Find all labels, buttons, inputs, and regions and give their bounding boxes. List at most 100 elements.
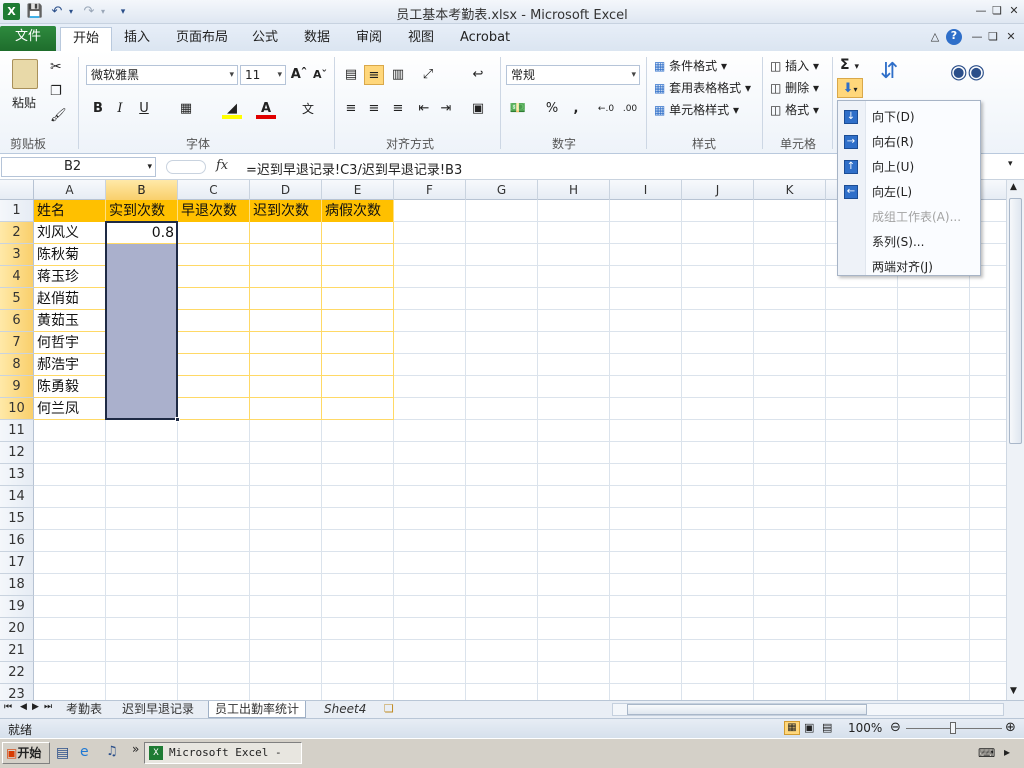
tab-page-layout[interactable]: 页面布局: [164, 27, 240, 51]
taskbar-excel-task[interactable]: X Microsoft Excel - ...: [144, 742, 302, 768]
align-center-icon[interactable]: ≡: [364, 99, 384, 119]
fill-menu-item[interactable]: → 向右(R): [838, 130, 980, 154]
fill-menu-item[interactable]: ← 向左(L): [838, 180, 980, 204]
row-header-13[interactable]: 13: [0, 464, 34, 486]
zoom-in-icon[interactable]: ⊕: [1005, 720, 1016, 735]
align-bottom-icon[interactable]: ▥: [388, 65, 408, 85]
align-middle-icon[interactable]: ≡: [364, 65, 384, 85]
decrease-indent-icon[interactable]: ⇤: [414, 99, 434, 119]
table-header-cell[interactable]: 姓名: [34, 200, 106, 222]
italic-button[interactable]: I: [110, 99, 130, 119]
tab-home[interactable]: 开始: [60, 27, 113, 51]
zoom-out-icon[interactable]: ⊖: [890, 720, 901, 735]
horizontal-scroll-thumb[interactable]: [627, 704, 867, 715]
zoom-slider[interactable]: [906, 722, 1002, 734]
font-name-select[interactable]: 微软雅黑 ▾: [86, 65, 238, 85]
table-header-cell[interactable]: 迟到次数: [250, 200, 322, 222]
underline-button[interactable]: U: [134, 99, 154, 119]
row-header-4[interactable]: 4: [0, 266, 34, 288]
fill-button[interactable]: ⬇▾: [837, 78, 863, 98]
fill-menu-item[interactable]: ↑ 向上(U): [838, 155, 980, 179]
table-header-cell[interactable]: 早退次数: [178, 200, 250, 222]
normal-view-icon[interactable]: ▦: [784, 721, 800, 735]
vertical-scrollbar[interactable]: ▲ ▼: [1006, 180, 1024, 700]
column-header-i[interactable]: I: [610, 180, 682, 200]
doc-close-icon[interactable]: ✕: [1004, 30, 1018, 44]
close-icon[interactable]: ✕: [1007, 4, 1021, 18]
sort-filter-icon[interactable]: ⇵: [880, 59, 898, 84]
row-header-22[interactable]: 22: [0, 662, 34, 684]
row-header-2[interactable]: 2: [0, 222, 34, 244]
ribbon-minimize-icon[interactable]: △: [928, 30, 942, 44]
paste-icon[interactable]: [12, 59, 38, 89]
row-header-14[interactable]: 14: [0, 486, 34, 508]
tray-keyboard-icon[interactable]: ⌨: [978, 746, 995, 760]
phonetic-icon[interactable]: 文: [298, 99, 318, 119]
selected-cell[interactable]: [106, 244, 178, 266]
row-header-3[interactable]: 3: [0, 244, 34, 266]
paste-button[interactable]: 粘贴: [12, 94, 36, 111]
insert-function-button[interactable]: fx: [216, 158, 228, 173]
tab-formulas[interactable]: 公式: [240, 27, 290, 51]
name-cell[interactable]: 陈秋菊: [34, 244, 106, 266]
name-cell[interactable]: 刘风义: [34, 222, 106, 244]
column-header-a[interactable]: A: [34, 180, 106, 200]
conditional-format-button[interactable]: ▦ 条件格式 ▾: [654, 57, 727, 74]
comma-style-button[interactable]: ,: [566, 99, 586, 119]
row-header-7[interactable]: 7: [0, 332, 34, 354]
row-header-6[interactable]: 6: [0, 310, 34, 332]
table-header-cell[interactable]: 病假次数: [322, 200, 394, 222]
doc-restore-icon[interactable]: ❏: [986, 30, 1000, 44]
tray-network-icon[interactable]: ▸: [1004, 745, 1010, 759]
scroll-up-icon[interactable]: ▲: [1010, 182, 1017, 192]
sheet-tab-attendance[interactable]: 考勤表: [60, 701, 108, 718]
row-header-20[interactable]: 20: [0, 618, 34, 640]
row-header-10[interactable]: 10: [0, 398, 34, 420]
row-header-16[interactable]: 16: [0, 530, 34, 552]
row-header-17[interactable]: 17: [0, 552, 34, 574]
shrink-font-icon[interactable]: Aˇ: [310, 65, 330, 85]
selected-cell[interactable]: [106, 398, 178, 420]
expand-formula-bar-icon[interactable]: ▾: [1008, 159, 1013, 169]
wrap-text-icon[interactable]: ↩: [468, 65, 488, 85]
row-header-9[interactable]: 9: [0, 376, 34, 398]
sheet-tab-sheet4[interactable]: Sheet4: [318, 701, 372, 718]
selected-cell[interactable]: [106, 266, 178, 288]
prev-sheet-icon[interactable]: ◀: [20, 702, 27, 712]
increase-decimal-icon[interactable]: ←.0: [596, 99, 616, 119]
quicklaunch-more-icon[interactable]: »: [132, 742, 139, 756]
row-header-23[interactable]: 23: [0, 684, 34, 700]
vertical-scroll-thumb[interactable]: [1009, 198, 1022, 444]
column-header-e[interactable]: E: [322, 180, 394, 200]
decrease-decimal-icon[interactable]: .00: [620, 99, 640, 119]
selected-cell[interactable]: [106, 288, 178, 310]
increase-indent-icon[interactable]: ⇥: [436, 99, 456, 119]
tab-acrobat[interactable]: Acrobat: [448, 27, 522, 51]
row-header-5[interactable]: 5: [0, 288, 34, 310]
bold-button[interactable]: B: [88, 99, 108, 119]
tab-insert[interactable]: 插入: [112, 27, 162, 51]
sheet-tab-late-early[interactable]: 迟到早退记录: [116, 701, 200, 718]
name-cell[interactable]: 陈勇毅: [34, 376, 106, 398]
row-header-19[interactable]: 19: [0, 596, 34, 618]
name-cell[interactable]: 何哲宇: [34, 332, 106, 354]
align-right-icon[interactable]: ≡: [388, 99, 408, 119]
number-format-select[interactable]: 常规 ▾: [506, 65, 640, 85]
active-cell-b2[interactable]: 0.8: [106, 222, 178, 244]
table-header-cell[interactable]: 实到次数: [106, 200, 178, 222]
formula-input[interactable]: =迟到早退记录!C3/迟到早退记录!B3: [246, 159, 462, 178]
align-top-icon[interactable]: ▤: [341, 65, 361, 85]
fill-handle[interactable]: [175, 417, 180, 422]
format-as-table-button[interactable]: ▦ 套用表格格式 ▾: [654, 79, 751, 96]
row-header-12[interactable]: 12: [0, 442, 34, 464]
font-color-icon[interactable]: A: [256, 99, 276, 119]
row-header-21[interactable]: 21: [0, 640, 34, 662]
help-icon[interactable]: ?: [946, 29, 962, 45]
orientation-icon[interactable]: ⤢: [418, 65, 438, 85]
column-header-f[interactable]: F: [394, 180, 466, 200]
align-left-icon[interactable]: ≡: [341, 99, 361, 119]
merge-center-icon[interactable]: ▣: [468, 99, 488, 119]
row-header-18[interactable]: 18: [0, 574, 34, 596]
name-cell[interactable]: 赵俏茹: [34, 288, 106, 310]
cut-icon[interactable]: ✂: [50, 59, 62, 75]
